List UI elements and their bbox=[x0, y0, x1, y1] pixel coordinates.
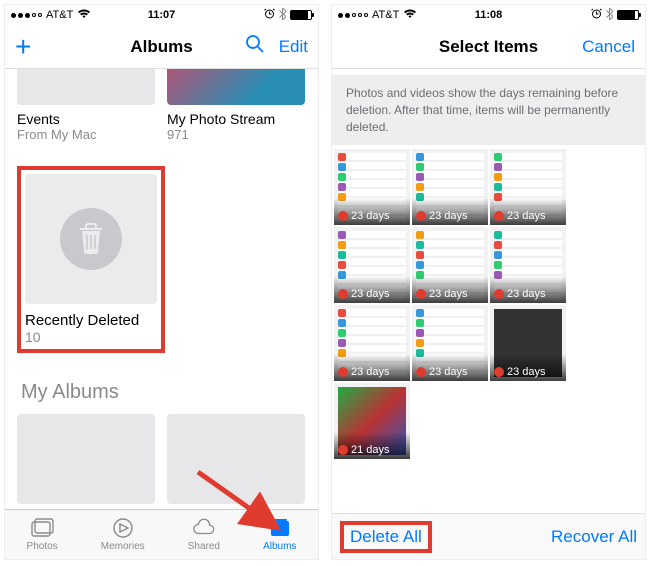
photo-grid: 23 days23 days23 days23 days23 days23 da… bbox=[332, 149, 645, 459]
search-button[interactable] bbox=[245, 34, 265, 59]
bluetooth-icon bbox=[279, 8, 286, 23]
cloud-icon bbox=[192, 517, 216, 539]
photo-thumbnail[interactable]: 23 days bbox=[334, 149, 410, 225]
phone-select-items: AT&T 11:08 Select Items Cancel bbox=[331, 4, 646, 560]
status-time: 11:07 bbox=[148, 9, 176, 21]
alarm-icon bbox=[591, 8, 602, 22]
add-album-button[interactable]: + bbox=[15, 33, 31, 61]
page-title: Select Items bbox=[439, 37, 538, 57]
carrier-label: AT&T bbox=[46, 9, 73, 21]
days-remaining-badge: 23 days bbox=[334, 354, 410, 381]
photo-thumbnail[interactable]: 23 days bbox=[334, 227, 410, 303]
tab-bar: Photos Memories Shared Albums bbox=[5, 509, 318, 559]
content-area: Photos and videos show the days remainin… bbox=[332, 69, 645, 513]
photo-thumbnail[interactable]: 23 days bbox=[412, 305, 488, 381]
tab-albums[interactable]: Albums bbox=[263, 517, 296, 552]
photos-icon bbox=[30, 517, 54, 539]
tab-shared[interactable]: Shared bbox=[188, 517, 220, 552]
album-count: 971 bbox=[167, 127, 305, 142]
bluetooth-icon bbox=[606, 8, 613, 23]
photo-thumbnail[interactable]: 23 days bbox=[490, 149, 566, 225]
section-my-albums: My Albums bbox=[21, 381, 302, 404]
tab-photos[interactable]: Photos bbox=[27, 517, 58, 552]
days-remaining-badge: 23 days bbox=[412, 198, 488, 225]
album-events[interactable]: Events From My Mac bbox=[17, 77, 155, 142]
tab-label: Shared bbox=[188, 541, 220, 552]
photo-thumbnail[interactable]: 23 days bbox=[490, 305, 566, 381]
album-photo-stream[interactable]: My Photo Stream 971 bbox=[167, 77, 305, 142]
toolbar: Delete All Recover All bbox=[332, 513, 645, 559]
edit-button[interactable]: Edit bbox=[279, 37, 308, 57]
content-area: Events From My Mac My Photo Stream 971 bbox=[5, 69, 318, 509]
album-thumbnail bbox=[167, 69, 305, 105]
wifi-icon bbox=[403, 9, 417, 22]
trash-icon bbox=[76, 222, 106, 256]
carrier-label: AT&T bbox=[372, 9, 399, 21]
phone-albums: AT&T 11:07 + Albums bbox=[4, 4, 319, 560]
album-name: Events bbox=[17, 111, 155, 127]
my-album-placeholder[interactable] bbox=[17, 414, 155, 504]
battery-icon bbox=[617, 10, 639, 20]
days-remaining-badge: 23 days bbox=[334, 198, 410, 225]
photo-thumbnail[interactable]: 23 days bbox=[412, 227, 488, 303]
wifi-icon bbox=[77, 9, 91, 22]
album-count: 10 bbox=[25, 329, 157, 345]
annotation-highlight: Delete All bbox=[340, 521, 432, 553]
photo-thumbnail[interactable]: 21 days bbox=[334, 383, 410, 459]
days-remaining-badge: 23 days bbox=[490, 354, 566, 381]
album-thumbnail bbox=[17, 69, 155, 105]
albums-icon bbox=[268, 517, 292, 539]
days-remaining-badge: 23 days bbox=[412, 276, 488, 303]
tab-label: Memories bbox=[101, 541, 145, 552]
days-remaining-badge: 23 days bbox=[412, 354, 488, 381]
days-remaining-badge: 23 days bbox=[334, 276, 410, 303]
photo-thumbnail[interactable]: 23 days bbox=[334, 305, 410, 381]
tab-label: Photos bbox=[27, 541, 58, 552]
recover-all-button[interactable]: Recover All bbox=[551, 527, 637, 547]
status-bar: AT&T 11:08 bbox=[332, 5, 645, 25]
delete-all-button[interactable]: Delete All bbox=[350, 527, 422, 546]
battery-icon bbox=[290, 10, 312, 20]
navbar: Select Items Cancel bbox=[332, 25, 645, 69]
tab-label: Albums bbox=[263, 541, 296, 552]
days-remaining-badge: 23 days bbox=[490, 198, 566, 225]
days-remaining-badge: 21 days bbox=[334, 432, 410, 459]
page-title: Albums bbox=[130, 37, 192, 57]
cancel-button[interactable]: Cancel bbox=[582, 37, 635, 57]
navbar: + Albums Edit bbox=[5, 25, 318, 69]
photo-thumbnail[interactable]: 23 days bbox=[490, 227, 566, 303]
my-album-placeholder[interactable] bbox=[167, 414, 305, 504]
status-bar: AT&T 11:07 bbox=[5, 5, 318, 25]
recently-deleted-thumbnail bbox=[25, 174, 157, 304]
status-time: 11:08 bbox=[475, 9, 503, 21]
memories-icon bbox=[111, 517, 135, 539]
photo-thumbnail[interactable]: 23 days bbox=[412, 149, 488, 225]
alarm-icon bbox=[264, 8, 275, 22]
days-remaining-badge: 23 days bbox=[490, 276, 566, 303]
album-name: My Photo Stream bbox=[167, 111, 305, 127]
signal-dots-icon bbox=[11, 13, 42, 18]
signal-dots-icon bbox=[338, 13, 368, 18]
info-banner: Photos and videos show the days remainin… bbox=[332, 75, 645, 145]
album-subtitle: From My Mac bbox=[17, 127, 155, 142]
album-recently-deleted[interactable]: Recently Deleted 10 bbox=[17, 166, 165, 353]
tab-memories[interactable]: Memories bbox=[101, 517, 145, 552]
album-name: Recently Deleted bbox=[25, 312, 157, 329]
